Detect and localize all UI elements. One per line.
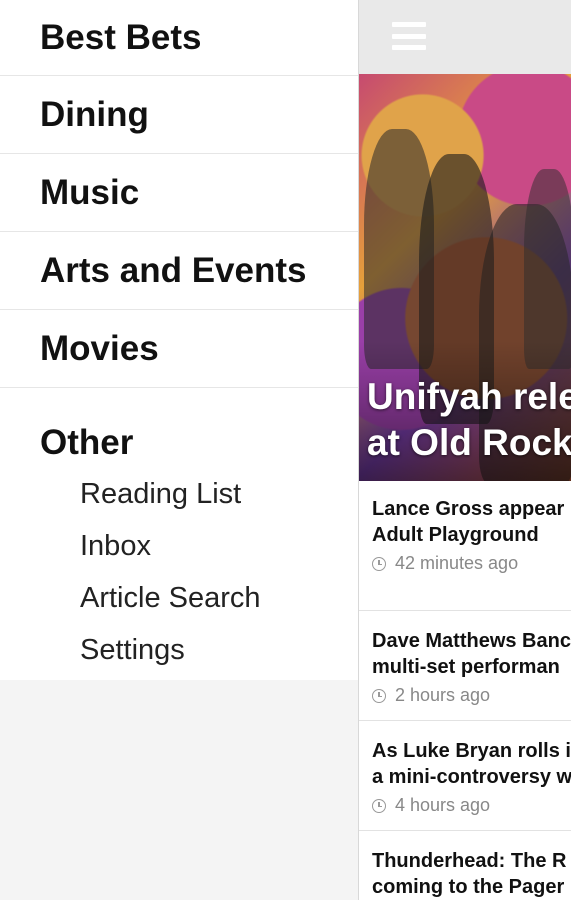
nav-item-best-bets[interactable]: Best Bets	[0, 0, 358, 76]
article-headline-line: Adult Playground	[372, 524, 539, 546]
navigation-drawer: Best Bets Dining Music Arts and Events M…	[0, 0, 358, 900]
nav-item-movies[interactable]: Movies	[0, 310, 358, 388]
hero-title-line: at Old Rock	[367, 422, 571, 463]
article-meta: 42 minutes ago	[372, 553, 571, 574]
article-headline-line: As Luke Bryan rolls i	[372, 740, 571, 762]
clock-icon	[372, 798, 386, 813]
clock-icon	[372, 688, 386, 703]
hero-title-line: Unifyah rele	[367, 376, 571, 417]
nav-item-music[interactable]: Music	[0, 154, 358, 232]
hero-image-figure	[524, 169, 571, 369]
nav-item-settings[interactable]: Settings	[0, 624, 358, 676]
article-headline-line: coming to the Pager	[372, 876, 565, 898]
article-headline-line: Lance Gross appear	[372, 498, 565, 520]
hamburger-menu-icon[interactable]	[392, 22, 426, 50]
nav-item-dining[interactable]: Dining	[0, 76, 358, 154]
article-list-item[interactable]: Thunderhead: The R coming to the Pager	[359, 831, 571, 900]
drawer-empty-area	[0, 680, 358, 900]
article-meta: 4 hours ago	[372, 795, 571, 816]
article-list-item[interactable]: Lance Gross appear Adult Playground 42 m…	[359, 481, 571, 611]
nav-item-reading-list[interactable]: Reading List	[0, 468, 358, 520]
article-time: 4 hours ago	[395, 795, 491, 815]
nav-section-other: Other	[40, 423, 134, 462]
article-headline-line: multi-set performan	[372, 656, 560, 678]
app-bar	[359, 0, 571, 74]
clock-icon	[372, 556, 386, 571]
hero-title: Unifyah rele at Old Rock	[367, 374, 571, 466]
article-list-item[interactable]: As Luke Bryan rolls i a mini-controversy…	[359, 721, 571, 831]
article-time: 2 hours ago	[395, 685, 491, 705]
nav-item-inbox[interactable]: Inbox	[0, 520, 358, 572]
nav-item-arts-and-events[interactable]: Arts and Events	[0, 232, 358, 310]
article-time: 42 minutes ago	[395, 553, 519, 573]
article-meta: 2 hours ago	[372, 685, 571, 706]
nav-item-article-search[interactable]: Article Search	[0, 572, 358, 624]
article-headline-line: a mini-controversy w	[372, 766, 571, 788]
article-headline-line: Thunderhead: The R	[372, 850, 567, 872]
article-list-item[interactable]: Dave Matthews Banc multi-set performan 2…	[359, 611, 571, 721]
article-headline-line: Dave Matthews Banc	[372, 630, 571, 652]
main-content: Unifyah rele at Old Rock Lance Gross app…	[358, 0, 571, 900]
hero-article[interactable]: Unifyah rele at Old Rock	[359, 74, 571, 481]
